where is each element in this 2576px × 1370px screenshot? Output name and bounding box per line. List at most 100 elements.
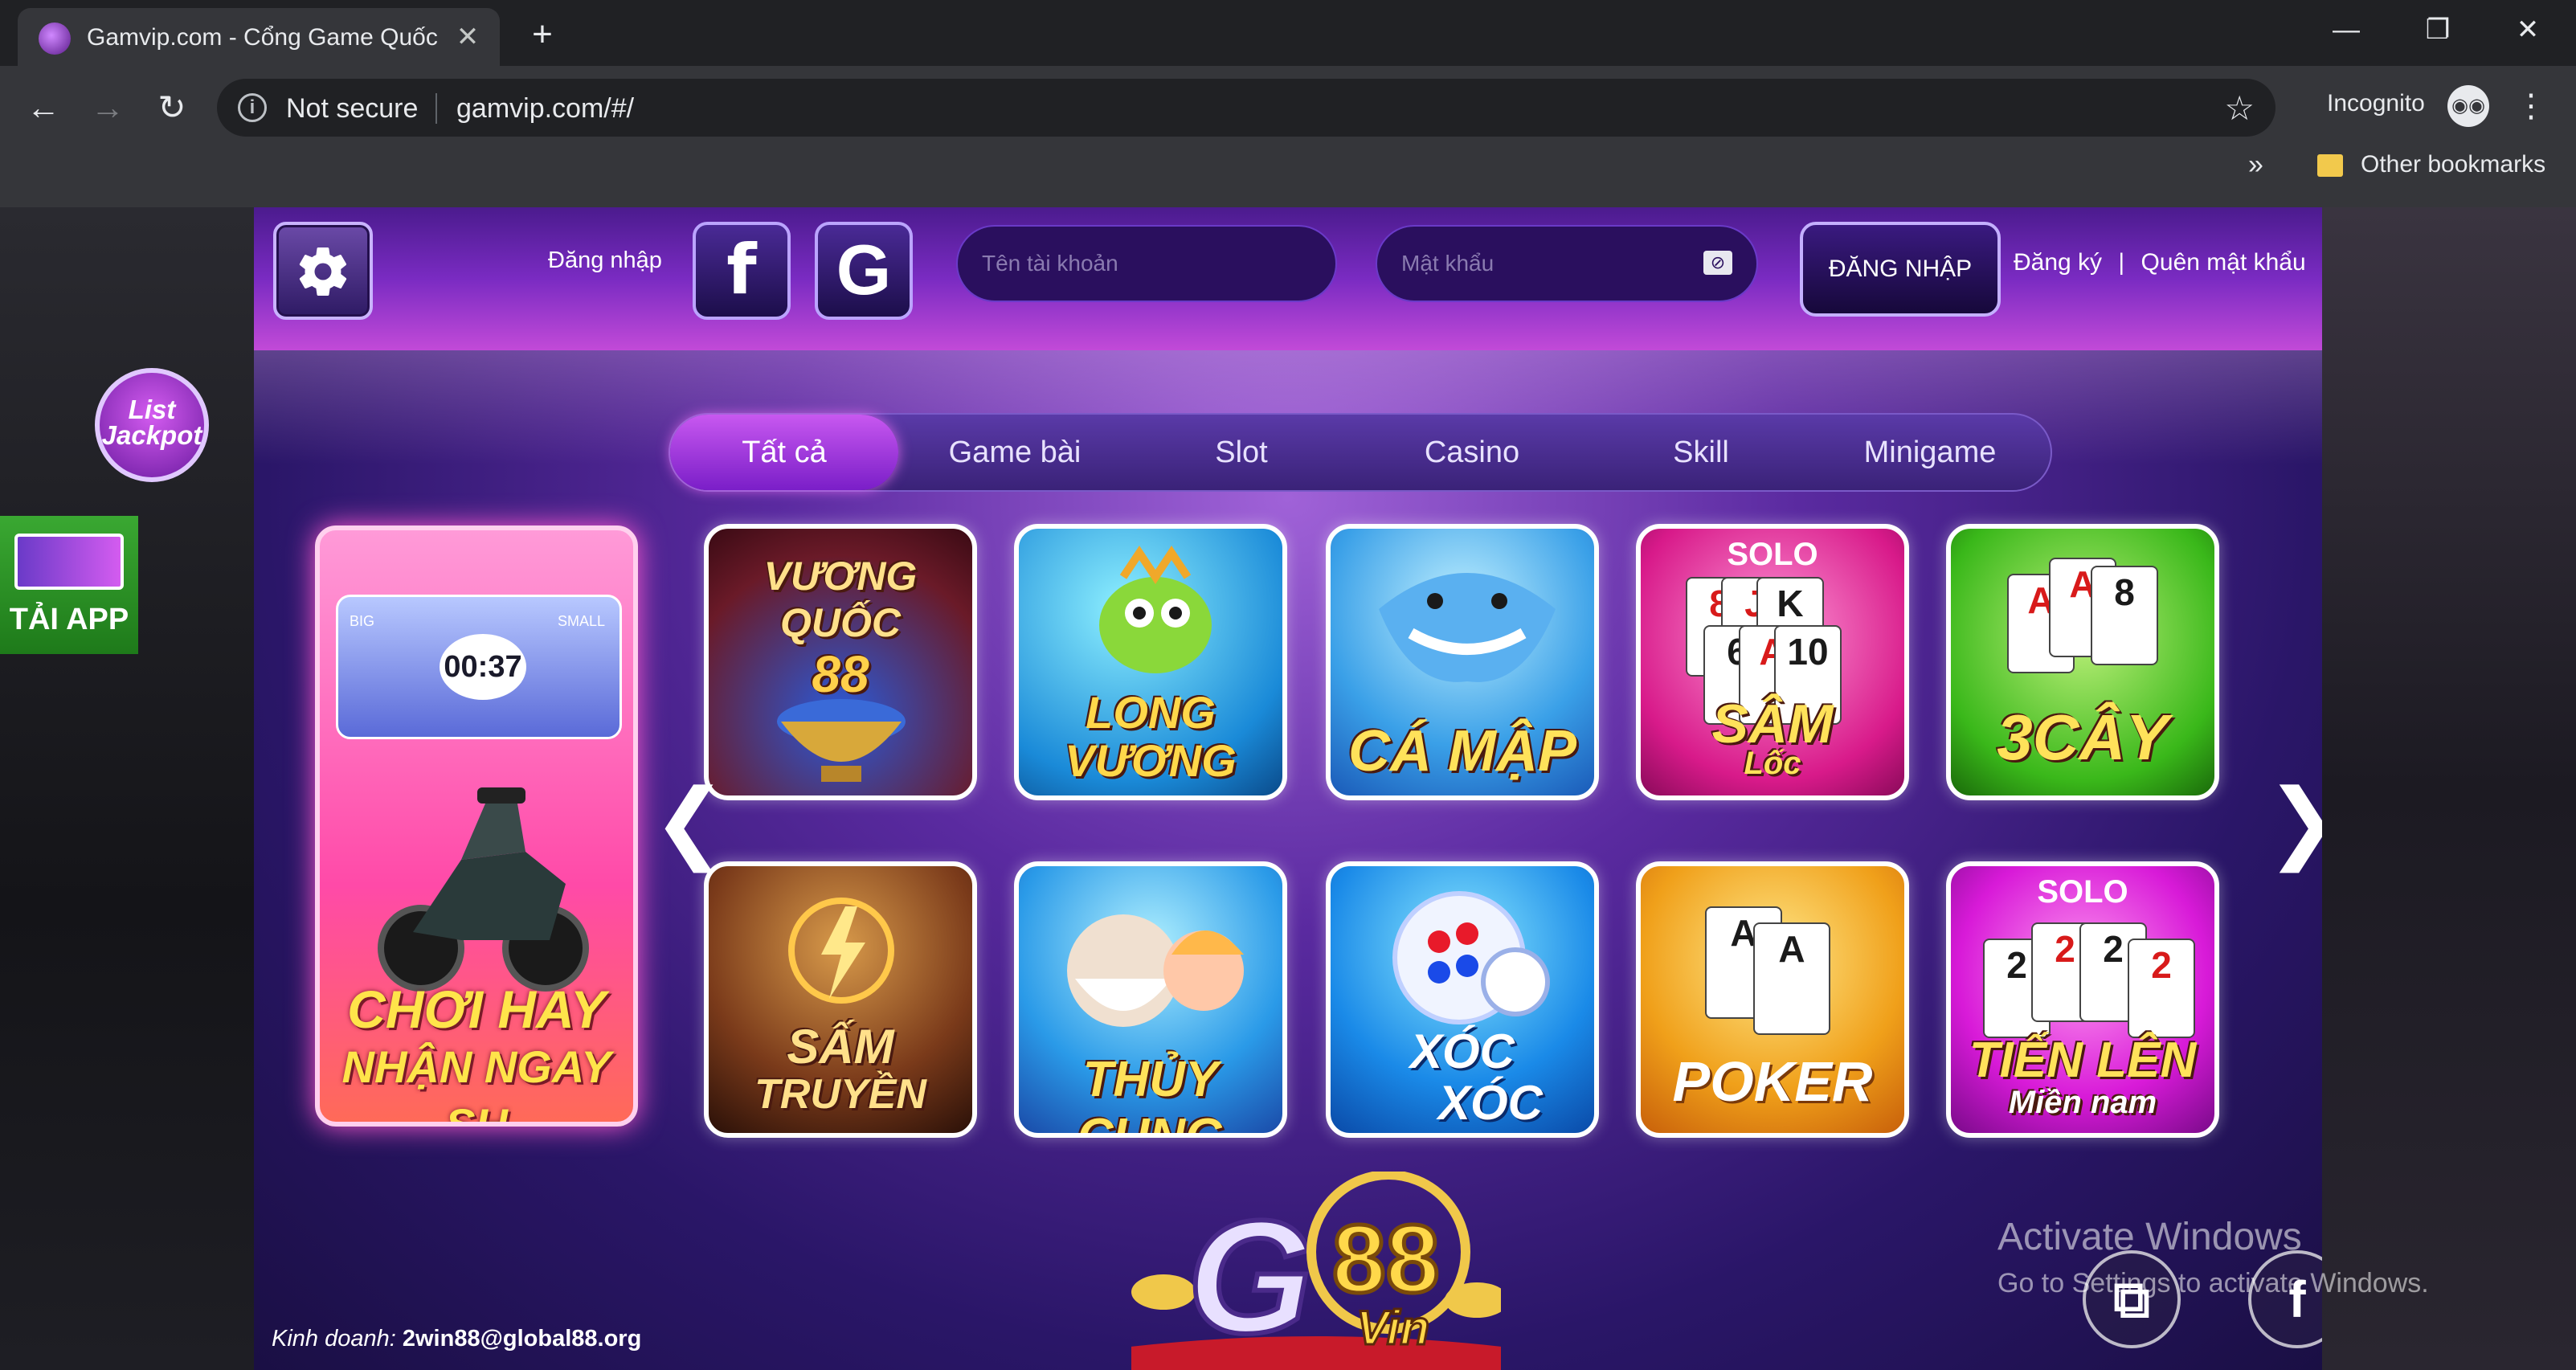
download-app-button[interactable]: TẢI APP — [0, 516, 138, 654]
tab-minigame[interactable]: Minigame — [1809, 415, 2051, 490]
category-tabs: Tất cả Game bài Slot Casino Skill Miniga… — [669, 413, 2052, 492]
promo-countdown: 00:37 — [440, 634, 526, 700]
logo-vin-text: Vin — [1356, 1301, 1429, 1355]
new-tab-button[interactable]: + — [522, 14, 562, 55]
login-button[interactable]: ĐĂNG NHẬP — [1800, 222, 2001, 317]
zeus-emblem-icon — [788, 898, 894, 1004]
game-title-line2: Lốc — [1744, 746, 1801, 781]
address-bar[interactable]: i Not secure gamvip.com/#/ ☆ — [217, 79, 2275, 137]
contact-email-link[interactable]: 2win88@global88.org — [403, 1326, 641, 1352]
activate-windows-subtitle: Go to Settings to activate Windows. — [1997, 1268, 2429, 1298]
promo-dice-timer: BIG SMALL 00:37 — [336, 595, 622, 739]
promo-line1: CHƠI HAY — [347, 979, 606, 1039]
promo-small-label: SMALL — [557, 613, 605, 629]
promo-big-label: BIG — [350, 613, 375, 629]
game-title-line1: VƯƠNG — [763, 554, 918, 599]
hide-password-icon[interactable]: ⊘ — [1703, 251, 1732, 275]
bookmarks-overflow-icon[interactable]: » — [2248, 149, 2263, 181]
window-minimize-button[interactable]: — — [2322, 10, 2370, 50]
tab-all[interactable]: Tất cả — [670, 415, 898, 490]
game-tile-tien-len-mien-nam[interactable]: SOLO 2 2 2 2 TIẾN LÊN Miền nam — [1946, 861, 2219, 1138]
tab-close-icon[interactable]: ✕ — [452, 21, 484, 53]
password-input[interactable] — [1401, 251, 1707, 276]
browser-tab[interactable]: Gamvip.com - Cổng Game Quốc ✕ — [18, 8, 500, 66]
game-title-line1: THỦY CUNG — [1077, 1052, 1225, 1138]
background-right — [2322, 207, 2576, 1370]
game-tile-sam-loc[interactable]: SOLO 8 J K 6 A 10 SÂM Lốc — [1636, 524, 1909, 800]
dice-plate-icon — [1392, 891, 1550, 1024]
browser-tabbar: Gamvip.com - Cổng Game Quốc ✕ + — ❐ ✕ — [0, 0, 2576, 66]
google-login-button[interactable]: G — [815, 222, 913, 320]
logo-g-letter: G — [1188, 1188, 1313, 1367]
game-tile-ca-map[interactable]: CÁ MẬP — [1326, 524, 1599, 800]
security-label[interactable]: Not secure — [286, 93, 418, 125]
tab-card-games[interactable]: Game bài — [898, 415, 1131, 490]
tab-slot[interactable]: Slot — [1131, 415, 1351, 490]
username-input[interactable] — [982, 251, 1311, 276]
motorbike-image — [378, 787, 589, 992]
game-tile-vuong-quoc-88[interactable]: VƯƠNG QUỐC 88 — [704, 524, 977, 800]
reload-icon[interactable]: ↻ — [148, 84, 196, 132]
account-links: Đăng ký | Quên mật khẩu — [2014, 249, 2306, 276]
treasure-bowl-icon — [777, 699, 906, 782]
forward-arrow-icon[interactable]: → — [84, 84, 132, 132]
tab-title: Gamvip.com - Cổng Game Quốc — [87, 24, 438, 51]
game-tile-long-vuong[interactable]: LONG VƯƠNG — [1014, 524, 1287, 800]
link-separator: | — [2118, 249, 2125, 276]
jackpot-label-line1: List — [128, 395, 176, 424]
window-close-button[interactable]: ✕ — [2504, 10, 2552, 50]
activate-windows-title: Activate Windows — [1997, 1216, 2302, 1258]
game-title-line1: SẤM — [787, 1020, 894, 1074]
social-login-label: Đăng nhập — [548, 247, 662, 273]
list-jackpot-button[interactable]: List Jackpot — [95, 368, 209, 482]
game-tile-thuy-cung[interactable]: THỦY CUNG — [1014, 861, 1287, 1138]
bookmark-star-icon[interactable]: ☆ — [2224, 88, 2255, 128]
game-title-line1: TIẾN LÊN — [1969, 1033, 2197, 1088]
game-title-line1: CÁ MẬP — [1348, 719, 1576, 783]
info-icon[interactable]: i — [238, 93, 267, 122]
game-title-line2: Miền nam — [2008, 1085, 2157, 1120]
username-field[interactable] — [956, 225, 1337, 302]
game-tile-xoc-xoc[interactable]: XÓC XÓC — [1326, 861, 1599, 1138]
carousel-next-arrow-icon[interactable]: ❯ — [2266, 770, 2322, 873]
game-title-line1: 3CÂY — [1997, 701, 2169, 773]
game-title-line2: VƯƠNG — [1065, 735, 1237, 786]
window-restore-button[interactable]: ❐ — [2414, 10, 2462, 50]
game-tile-sam-truyen[interactable]: SẤM TRUYỀN — [704, 861, 977, 1138]
settings-button[interactable] — [273, 222, 373, 320]
game-tile-3-cay[interactable]: A A 8 3CÂY — [1946, 524, 2219, 800]
solo-badge: SOLO — [1727, 537, 1818, 572]
jackpot-label-line2: Jackpot — [101, 420, 202, 450]
dragon-character-icon — [1099, 545, 1212, 673]
back-arrow-icon[interactable]: ← — [19, 84, 67, 132]
other-bookmarks-link[interactable]: Other bookmarks — [2361, 151, 2545, 178]
omnibox-divider — [435, 93, 437, 124]
register-link[interactable]: Đăng ký — [2014, 249, 2102, 276]
password-field[interactable]: ⊘ — [1376, 225, 1758, 302]
game-title-line2: TRUYỀN — [754, 1071, 926, 1118]
game-tile-poker[interactable]: A A POKER — [1636, 861, 1909, 1138]
carousel-prev-arrow-icon[interactable]: ❮ — [652, 770, 726, 873]
forgot-password-link[interactable]: Quên mật khẩu — [2141, 249, 2306, 276]
playing-cards-icon: A A — [1705, 906, 1879, 1043]
share-icon[interactable]: ⧉ — [2083, 1250, 2181, 1348]
shark-character-icon — [1379, 573, 1556, 682]
promo-banner[interactable]: BIG SMALL 00:37 CHƠI HAY NHẬN NGAY SH — [315, 526, 638, 1127]
tab-skill[interactable]: Skill — [1593, 415, 1809, 490]
facebook-login-button[interactable]: f — [693, 222, 791, 320]
game-title-line2: QUỐC — [780, 600, 901, 645]
incognito-icon[interactable]: ◉◉ — [2447, 85, 2489, 127]
contact-label: Kinh doanh: — [272, 1326, 396, 1352]
gear-icon — [299, 247, 347, 296]
page-viewport: List Jackpot TẢI APP Đăng nhập f G ⊘ — [0, 207, 2576, 1370]
game-lobby: Đăng nhập f G ⊘ ĐĂNG NHẬP Đăng ký | Quên… — [254, 207, 2322, 1370]
facebook-page-icon[interactable]: f — [2248, 1250, 2322, 1348]
url-text[interactable]: gamvip.com/#/ — [456, 93, 634, 125]
tab-casino[interactable]: Casino — [1351, 415, 1593, 490]
browser-menu-icon[interactable]: ⋮ — [2515, 82, 2547, 130]
lobby-header: Đăng nhập f G ⊘ ĐĂNG NHẬP Đăng ký | Quên… — [254, 207, 2322, 350]
solo-badge: SOLO — [2037, 874, 2128, 910]
game-title-line1: LONG — [1086, 687, 1216, 738]
folder-icon — [2317, 154, 2343, 177]
incognito-label: Incognito — [2327, 90, 2425, 117]
